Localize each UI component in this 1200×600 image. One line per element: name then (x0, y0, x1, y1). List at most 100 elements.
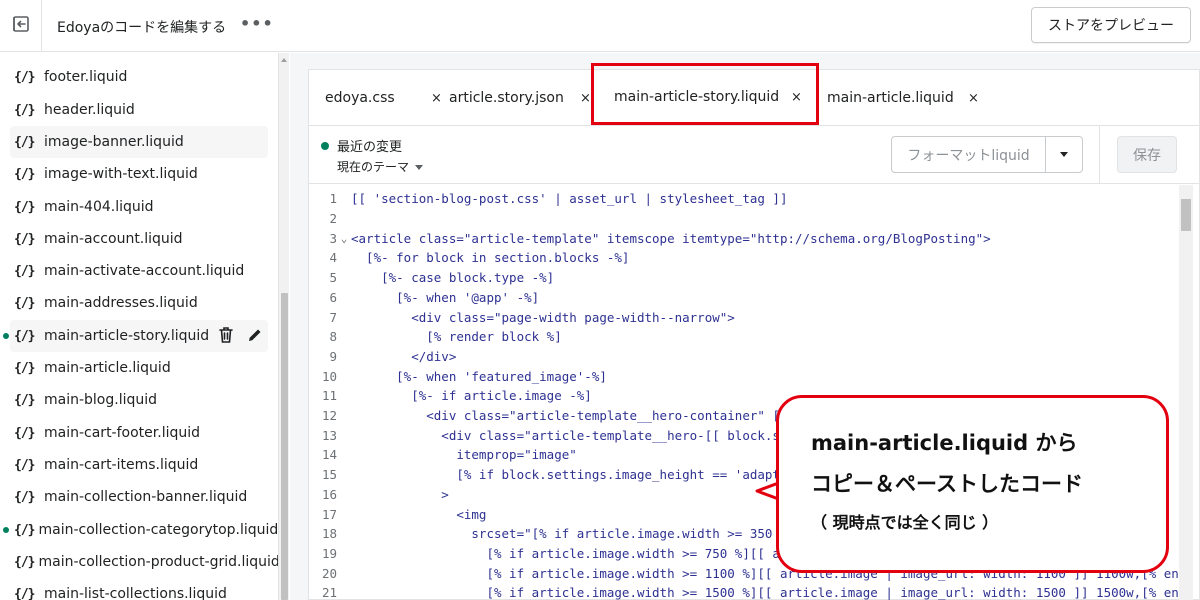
code-text: <article class="article-template" itemsc… (351, 230, 991, 246)
file-item[interactable]: {/} main-account.liquid (10, 223, 268, 255)
code-line[interactable]: 21 [% if article.image.width >= 1500 %][… (309, 583, 1179, 600)
code-line[interactable]: 10 [%- when 'featured_image'-%] (309, 366, 1179, 386)
liquid-file-icon: {/} (14, 199, 35, 215)
exit-editor-button[interactable] (0, 0, 42, 52)
close-icon[interactable]: × (431, 91, 442, 106)
code-line[interactable]: 4 [%- for block in section.blocks -%] (309, 248, 1179, 268)
code-line[interactable]: 7 <div class="page-width page-width--nar… (309, 307, 1179, 327)
modified-indicator (3, 333, 9, 339)
format-options-dropdown[interactable] (1046, 137, 1082, 172)
liquid-file-icon: {/} (14, 295, 35, 311)
code-text: [% render block %] (351, 329, 562, 345)
chevron-down-icon (415, 165, 424, 170)
file-item[interactable]: {/} main-404.liquid (10, 191, 268, 223)
code-line[interactable]: 6 [%- when '@app' -%] (309, 288, 1179, 308)
file-item[interactable]: {/} main-cart-items.liquid (10, 449, 268, 481)
more-actions-button[interactable]: ••• (240, 14, 274, 33)
close-icon[interactable]: × (580, 91, 591, 106)
format-liquid-button[interactable]: フォーマットliquid (892, 137, 1046, 172)
line-number: 5 (329, 270, 337, 286)
line-number: 14 (321, 447, 337, 463)
format-liquid-button-group: フォーマットliquid (891, 136, 1083, 173)
topbar: Edoyaのコードを編集する ••• ストアをプレビュー (0, 0, 1200, 52)
liquid-file-icon: {/} (14, 166, 35, 182)
save-button[interactable]: 保存 (1117, 136, 1177, 173)
tab-label: edoya.css (325, 90, 395, 106)
liquid-file-icon: {/} (14, 392, 35, 408)
delete-icon[interactable] (218, 326, 234, 348)
tab-label: article.story.json (449, 90, 564, 106)
file-item-label: image-with-text.liquid (44, 166, 198, 182)
file-item-label: main-article.liquid (44, 360, 171, 376)
code-line[interactable]: 5 [%- case block.type -%] (309, 268, 1179, 288)
line-number: 3 (329, 230, 337, 246)
file-sidebar: ⋯ {/} footer.liquid {/} header.liquid {/… (0, 53, 278, 600)
code-line[interactable]: 9 </div> (309, 347, 1179, 367)
tab-article-story-json[interactable]: article.story.json × (449, 70, 599, 126)
code-line[interactable]: 3 ⌄ <article class="article-template" item… (309, 228, 1179, 248)
file-item-label: image-banner.liquid (44, 134, 184, 150)
file-item-label: main-cart-footer.liquid (44, 425, 201, 441)
file-item[interactable]: {/} main-collection-product-grid.liquid (10, 546, 278, 578)
file-item[interactable]: {/} main-blog.liquid (10, 384, 268, 416)
liquid-file-icon: {/} (14, 134, 35, 150)
file-item[interactable]: {/} main-article.liquid (10, 352, 268, 384)
fold-toggle-icon[interactable]: ⌄ (337, 232, 351, 245)
line-number: 2 (329, 211, 337, 227)
file-item-label: main-activate-account.liquid (44, 263, 245, 279)
file-item-label: main-collection-banner.liquid (44, 489, 248, 505)
file-item[interactable]: {/} main-collection-categorytop.liquid (3, 514, 278, 546)
file-item-label: header.liquid (44, 102, 135, 118)
sidebar-scrollbar[interactable] (278, 53, 289, 600)
code-text: </div> (351, 348, 457, 364)
recent-changes-label: 最近の変更 (337, 140, 403, 155)
file-item[interactable]: {/} main-cart-footer.liquid (10, 417, 268, 449)
line-number: 21 (321, 585, 337, 600)
code-line[interactable]: 1 [[ 'section-blog-post.css' | asset_url … (309, 189, 1179, 209)
code-line[interactable]: 8 [% render block %] (309, 327, 1179, 347)
code-text: [%- case block.type -%] (351, 270, 555, 286)
close-icon[interactable]: × (968, 91, 979, 106)
theme-version-select[interactable]: 現在のテーマ (337, 158, 424, 175)
liquid-file-icon: {/} (14, 69, 35, 85)
store-preview-button[interactable]: ストアをプレビュー (1031, 7, 1191, 43)
code-text: [%- when '@app' -%] (351, 289, 540, 305)
tab-main-article-liquid[interactable]: main-article.liquid × (827, 70, 987, 126)
file-item[interactable]: {/} image-with-text.liquid (10, 158, 268, 190)
scroll-up-arrow-icon[interactable] (281, 58, 287, 62)
rename-pencil-icon[interactable] (246, 326, 264, 348)
file-item[interactable]: {/} image-banner.liquid (10, 126, 268, 158)
file-item-selected[interactable]: {/} main-article-story.liquid (3, 320, 268, 352)
file-item[interactable]: {/} footer.liquid (10, 61, 268, 93)
line-number: 8 (329, 329, 337, 345)
code-scroll-thumb[interactable] (1181, 199, 1191, 231)
file-item-label: main-article-story.liquid (44, 328, 210, 344)
file-item-actions (218, 326, 264, 348)
code-scrollbar[interactable] (1179, 185, 1193, 600)
liquid-file-icon: {/} (14, 263, 35, 279)
code-line[interactable]: 2 (309, 209, 1179, 229)
line-number: 15 (321, 467, 337, 483)
liquid-file-icon: {/} (14, 586, 35, 600)
code-text: itemprop="image" (351, 447, 577, 463)
file-item[interactable]: {/} main-addresses.liquid (10, 287, 268, 319)
line-number: 20 (321, 565, 337, 581)
active-tab-highlight (591, 63, 819, 125)
file-item-partial[interactable]: ⋯ (44, 53, 58, 57)
callout-joint (780, 478, 786, 504)
tab-edoya-css[interactable]: edoya.css × (325, 70, 445, 126)
file-item[interactable]: {/} main-list-collections.liquid (10, 578, 268, 600)
liquid-file-icon: {/} (14, 231, 35, 247)
file-item[interactable]: {/} header.liquid (10, 94, 268, 126)
code-text: srcset="[% if article.image.width >= 350… (351, 526, 788, 542)
file-item[interactable]: {/} main-activate-account.liquid (10, 255, 268, 287)
file-item[interactable]: {/} main-collection-banner.liquid (10, 481, 268, 513)
line-number: 11 (321, 388, 337, 404)
tab-label: main-article.liquid (827, 90, 954, 106)
recent-changes[interactable]: 最近の変更 (321, 136, 402, 155)
line-number: 18 (321, 526, 337, 542)
code-text: <img (351, 506, 487, 522)
sidebar-scroll-thumb[interactable] (281, 293, 288, 600)
file-item-label: main-404.liquid (44, 199, 154, 215)
status-dot-icon (321, 141, 329, 150)
